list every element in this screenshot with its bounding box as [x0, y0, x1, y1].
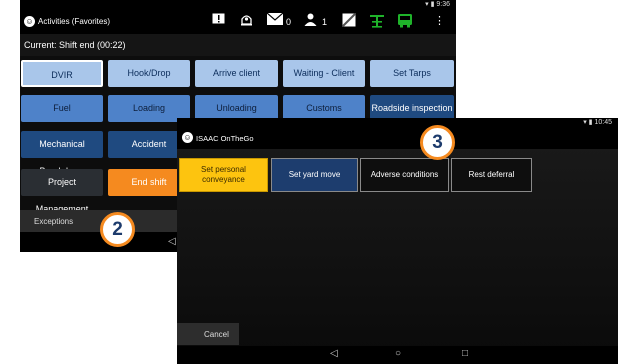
- current-activity: Current: Shift end (00:22): [20, 34, 456, 56]
- callout-2: 2: [100, 212, 135, 247]
- ontheGo-screen: ▾ ▮ 10:45 ☺ ISAAC OnTheGo Set personal c…: [177, 118, 618, 364]
- person-bell-icon[interactable]: [240, 13, 253, 29]
- nav-back-icon[interactable]: ◁: [330, 348, 338, 359]
- tile-mechanical-breakdown[interactable]: Mechanical Breakdown: [21, 131, 103, 176]
- tile-arrive-client[interactable]: Arrive client: [195, 60, 278, 87]
- app-bar: ☺ ISAAC OnTheGo: [177, 127, 618, 149]
- user-icon[interactable]: [304, 13, 317, 29]
- mail-icon[interactable]: [266, 12, 284, 29]
- nav-back-icon[interactable]: ◁: [168, 236, 176, 247]
- alert-icon[interactable]: [212, 13, 225, 29]
- tile-hook-drop[interactable]: Hook/Drop: [108, 60, 190, 87]
- nav-home-icon[interactable]: ○: [395, 348, 401, 359]
- battery-icon: ▮: [430, 1, 435, 8]
- tile-set-tarps[interactable]: Set Tarps: [370, 60, 454, 87]
- status-bar: ▾ ▮ 9:36: [20, 0, 456, 9]
- tile-project-management[interactable]: Project Management: [21, 169, 103, 214]
- app-title: Activities (Favorites): [38, 17, 111, 26]
- set-yard-move-button[interactable]: Set yard move: [271, 158, 358, 192]
- message-count: 0: [286, 17, 292, 27]
- menu-dots-icon[interactable]: ⋮: [434, 13, 445, 29]
- battery-icon: ▮: [588, 119, 593, 126]
- app-title: ISAAC OnTheGo: [196, 134, 254, 143]
- tower-icon[interactable]: [370, 13, 384, 29]
- nav-recent-icon[interactable]: □: [462, 348, 468, 359]
- adverse-conditions-button[interactable]: Adverse conditions: [360, 158, 449, 192]
- wifi-icon: ▾: [425, 1, 429, 8]
- tile-fuel[interactable]: Fuel: [21, 95, 103, 122]
- set-personal-conveyance-button[interactable]: Set personal conveyance: [179, 158, 268, 192]
- bus-icon[interactable]: [398, 13, 412, 29]
- no-signal-icon[interactable]: [342, 13, 356, 29]
- user-count: 1: [322, 17, 328, 27]
- cancel-button[interactable]: Cancel: [177, 323, 239, 345]
- nav-bar: ◁ ○ □: [177, 346, 618, 364]
- status-time: 9:36: [436, 1, 450, 8]
- app-logo-icon[interactable]: ☺: [24, 16, 35, 27]
- tile-waiting-client[interactable]: Waiting - Client: [283, 60, 365, 87]
- app-logo-icon[interactable]: ☺: [182, 132, 193, 143]
- rest-deferral-button[interactable]: Rest deferral: [451, 158, 532, 192]
- status-time: 10:45: [594, 119, 612, 126]
- app-bar: ☺ Activities (Favorites) 0 1 ⋮: [20, 9, 456, 34]
- status-bar: ▾ ▮ 10:45: [177, 118, 618, 127]
- wifi-icon: ▾: [583, 119, 587, 126]
- tile-dvir[interactable]: DVIR: [21, 60, 103, 87]
- callout-3: 3: [420, 125, 455, 160]
